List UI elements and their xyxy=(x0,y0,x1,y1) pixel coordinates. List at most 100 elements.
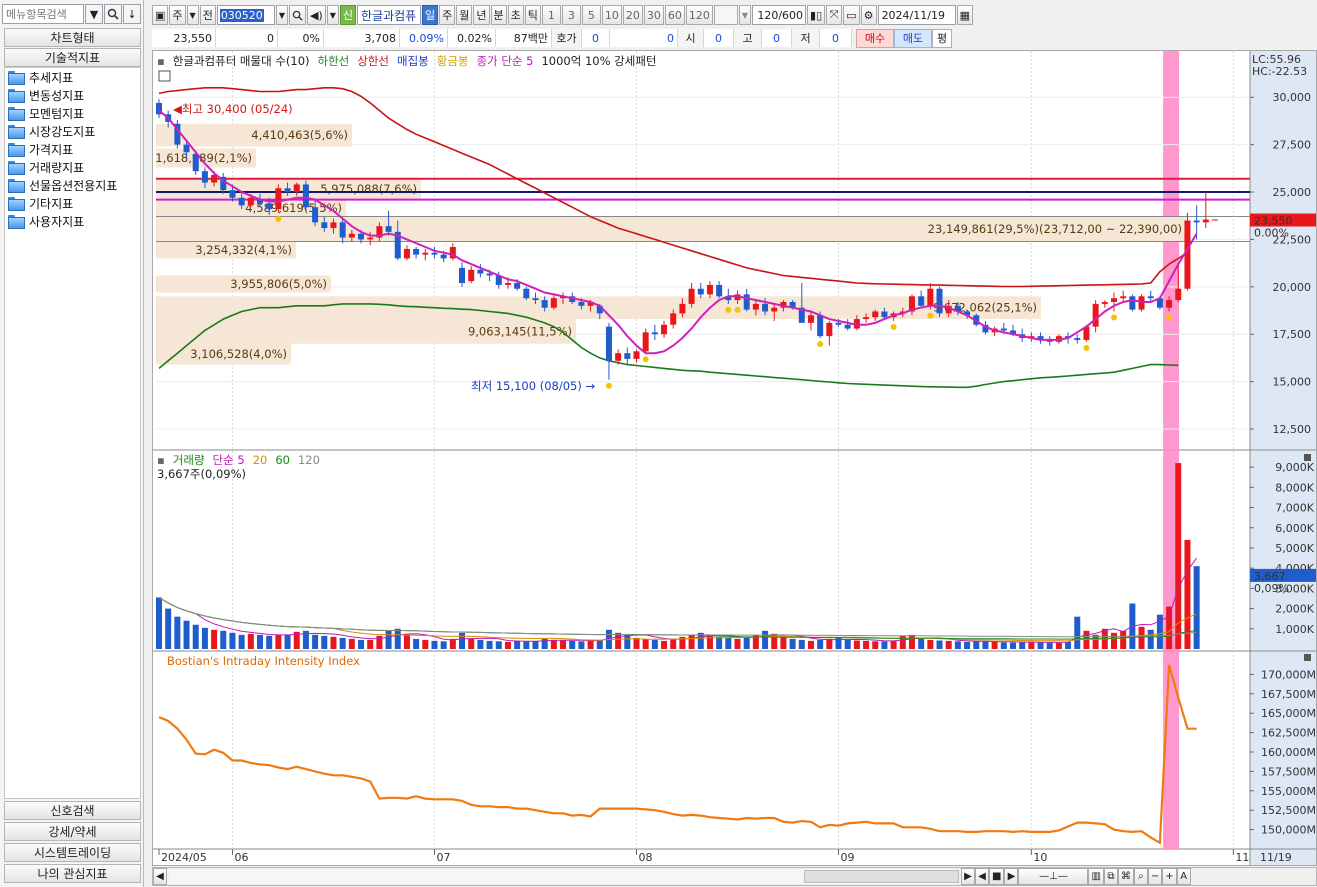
interval-30[interactable]: 30 xyxy=(643,5,664,25)
interval-120[interactable]: 120 xyxy=(685,5,713,25)
scroll-right-icon[interactable]: ▶ xyxy=(961,868,975,885)
chart-canvas[interactable]: 30,00027,50025,00022,50020,00017,50015,0… xyxy=(153,51,1316,865)
period-tick[interactable]: 틱 xyxy=(524,5,541,25)
layout-icon[interactable]: ▥ xyxy=(1088,868,1104,885)
candle-body xyxy=(1074,338,1081,340)
play-back-icon[interactable]: ◀ xyxy=(975,868,989,885)
candle-body xyxy=(201,171,208,183)
period-main-select[interactable]: 주 xyxy=(169,5,186,25)
font-size-icon[interactable]: A xyxy=(1176,868,1191,885)
tree-item[interactable]: 시장강도지표 xyxy=(5,122,140,140)
stop-icon[interactable]: ■ xyxy=(989,868,1005,885)
tree-item[interactable]: 사용자지표 xyxy=(5,212,140,230)
zoom-out-icon[interactable]: − xyxy=(1147,868,1163,885)
iii-tick-label: 160,000M xyxy=(1261,746,1316,759)
interval-1[interactable]: 1 xyxy=(541,5,561,25)
legend-item[interactable]: 1000억 10% 강세패턴 xyxy=(541,53,656,69)
period-minute[interactable]: 분 xyxy=(490,5,507,25)
legend-item[interactable]: 한글과컴퓨터 매물대 수(10) xyxy=(173,53,310,69)
tab-strength[interactable]: 강세/약세 xyxy=(4,822,141,841)
copy-icon[interactable]: ⧉ xyxy=(1103,868,1118,885)
iii-panel-legend: Bostian's Intraday Intensity Index xyxy=(167,654,360,668)
zoom-icon[interactable]: ⌕ xyxy=(1133,868,1148,885)
chart-settings-icon[interactable]: ⌘ xyxy=(1117,868,1134,885)
bar-count-box[interactable]: 120/600 xyxy=(752,5,807,25)
gear-icon[interactable]: ⚙ xyxy=(860,5,877,25)
period-second[interactable]: 초 xyxy=(507,5,524,25)
chart-area[interactable]: 30,000 27,500 25,000 22,500 20,000 17,500 15,0… xyxy=(152,50,1317,866)
tree-item[interactable]: 거래량지표 xyxy=(5,158,140,176)
save-icon[interactable]: ▭ xyxy=(843,5,860,25)
prev-button[interactable]: 전 xyxy=(199,5,216,25)
candle-body xyxy=(1000,328,1007,331)
volume-bar xyxy=(504,641,511,649)
sell-button[interactable]: 매도 xyxy=(894,28,932,48)
candle-body xyxy=(817,315,824,337)
interval-10[interactable]: 10 xyxy=(601,5,622,25)
tree-item[interactable]: 선물옵션전용지표 xyxy=(5,176,140,194)
legend-item[interactable]: 황금봉 xyxy=(437,53,469,69)
stock-code-input[interactable]: 030520 xyxy=(216,5,275,25)
scroll-left-icon[interactable]: ◀ xyxy=(153,868,167,885)
scroll-track[interactable] xyxy=(169,869,959,884)
search-icon[interactable] xyxy=(104,4,122,24)
candle-body xyxy=(192,154,199,172)
tree-item[interactable]: 변동성지표 xyxy=(5,86,140,104)
dropdown-arrow-icon[interactable]: ▼ xyxy=(186,5,199,25)
tree-item[interactable]: 추세지표 xyxy=(5,68,140,86)
flat-button[interactable]: 평 xyxy=(932,28,952,48)
interval-60[interactable]: 60 xyxy=(664,5,685,25)
period-month[interactable]: 월 xyxy=(456,5,473,25)
volume-bar xyxy=(312,634,319,649)
buy-button[interactable]: 매수 xyxy=(856,28,894,48)
legend-item[interactable]: 상한선 xyxy=(357,53,389,69)
tab-technical-indicators[interactable]: 기술적지표 xyxy=(4,48,141,67)
legend-item[interactable]: 120 xyxy=(298,453,320,467)
interval-20[interactable]: 20 xyxy=(622,5,643,25)
tab-my-indicators[interactable]: 나의 관심지표 xyxy=(4,864,141,883)
tab-chart-type[interactable]: 차트형태 xyxy=(4,28,141,47)
bar-count-total: /600 xyxy=(778,8,804,22)
tree-item[interactable]: 모멘텀지표 xyxy=(5,104,140,122)
zoom-in-icon[interactable]: + xyxy=(1162,868,1177,885)
period-week[interactable]: 주 xyxy=(439,5,456,25)
legend-item[interactable]: 20 xyxy=(253,453,268,467)
chart-toolbar: ▣ 주 ▼ 전 030520 ▼ ◀) ▼ 신 한글과컴퓨 일 주 월 년 분 … xyxy=(152,4,1317,26)
period-year[interactable]: 년 xyxy=(473,5,490,25)
last-pct-label: 0.00% xyxy=(1254,227,1289,240)
dropdown-arrow-icon[interactable]: ▼ xyxy=(738,5,752,25)
zoom-slider[interactable]: —⊥— xyxy=(1018,868,1089,885)
legend-item[interactable]: 종가 단순 5 xyxy=(477,53,534,69)
tree-item[interactable]: 가격지표 xyxy=(5,140,140,158)
dropdown-arrow-icon[interactable]: ▼ xyxy=(275,5,288,25)
play-icon[interactable]: ▶ xyxy=(1004,868,1019,885)
candle-type-icon[interactable]: ▮▯ xyxy=(807,5,826,25)
volume-bar xyxy=(1046,642,1053,649)
crosshair-icon[interactable]: ⤧ xyxy=(826,5,843,25)
scroll-thumb[interactable] xyxy=(804,870,959,883)
download-arrow-icon[interactable]: ↓ xyxy=(123,4,141,24)
interval-3[interactable]: 3 xyxy=(561,5,581,25)
volume-bar xyxy=(569,640,576,649)
date-field[interactable]: 2024/11/19 xyxy=(877,5,956,25)
hoga-label: 호가 xyxy=(552,29,582,47)
dropdown-arrow-icon[interactable]: ▼ xyxy=(326,5,339,25)
window-toggle-icon[interactable]: ▣ xyxy=(152,5,169,25)
tab-system-trading[interactable]: 시스템트레이딩 xyxy=(4,843,141,862)
period-day[interactable]: 일 xyxy=(422,5,439,25)
calendar-icon[interactable]: ▦ xyxy=(956,5,973,25)
tree-item-label: 기타지표 xyxy=(29,196,74,211)
speaker-icon[interactable]: ◀) xyxy=(306,5,326,25)
tab-signal-search[interactable]: 신호검색 xyxy=(4,801,141,820)
legend-item[interactable]: 60 xyxy=(275,453,290,467)
interval-5[interactable]: 5 xyxy=(581,5,601,25)
chart-scrollbar[interactable]: ◀ ▶ ◀ ■ ▶ —⊥— ▥ ⧉ ⌘ ⌕ − + A xyxy=(152,867,1317,886)
legend-item[interactable]: 매집봉 xyxy=(397,53,429,69)
dropdown-arrow-icon[interactable]: ▼ xyxy=(85,4,103,24)
menu-search-input[interactable] xyxy=(2,4,84,24)
tree-item[interactable]: 기타지표 xyxy=(5,194,140,212)
interval-custom-input[interactable] xyxy=(713,5,738,25)
legend-item[interactable]: 하한선 xyxy=(318,53,350,69)
candle-body xyxy=(651,332,658,335)
search-icon[interactable] xyxy=(288,5,306,25)
